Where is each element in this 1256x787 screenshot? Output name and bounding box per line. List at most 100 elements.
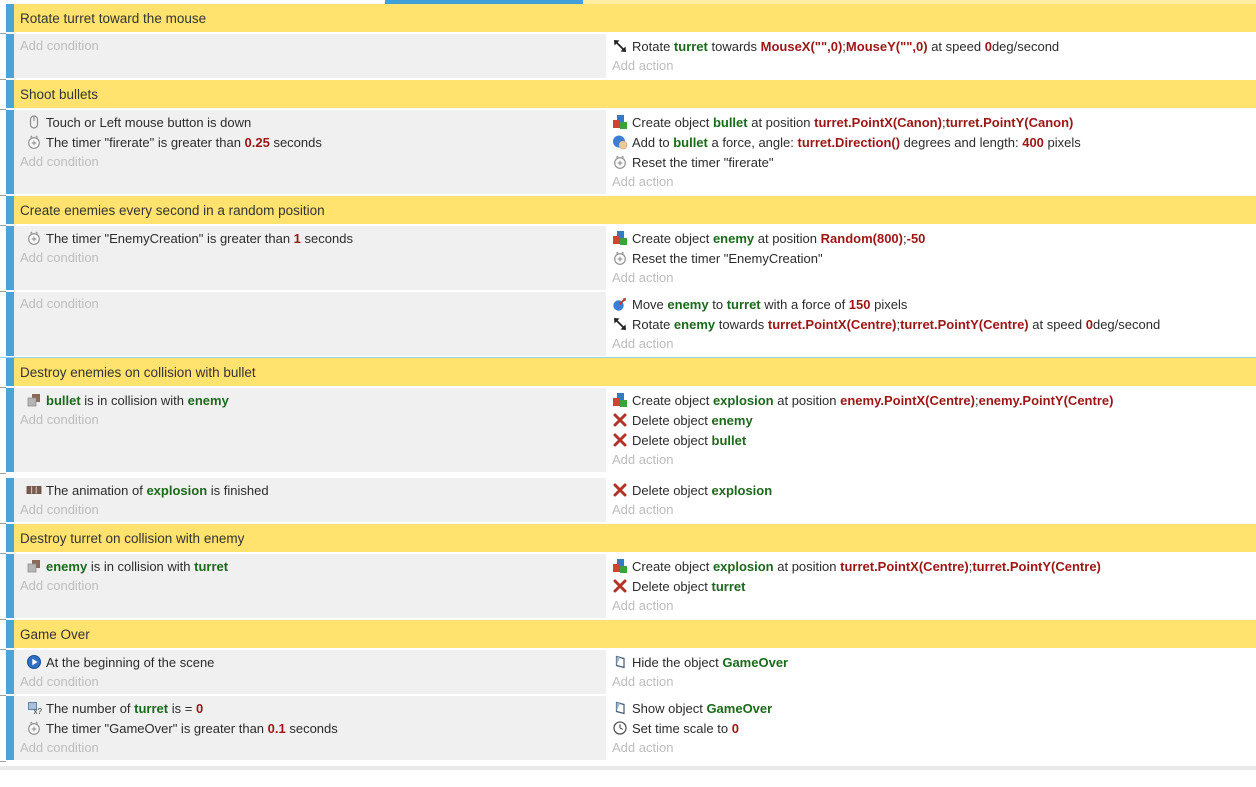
event-selection-bar[interactable] [6, 4, 14, 32]
event-selection-bar[interactable] [6, 196, 14, 224]
condition-item-text: At the beginning of the scene [46, 655, 214, 670]
conditions-column: The animation of explosion is finished Ad… [14, 478, 606, 522]
event-selection-bar[interactable] [6, 650, 14, 694]
add-condition-button[interactable]: Add condition [14, 36, 606, 56]
add-action-button[interactable]: Add action [608, 268, 1256, 288]
action-item[interactable]: Rotate turret towards MouseX("",0);Mouse… [608, 36, 1256, 56]
actions-column: Create object explosion at position enem… [608, 388, 1256, 472]
condition-item[interactable]: The timer "EnemyCreation" is greater tha… [14, 228, 606, 248]
condition-item-text: The timer "firerate" is greater than 0.2… [46, 135, 322, 150]
condition-item[interactable]: The timer "firerate" is greater than 0.2… [14, 132, 606, 152]
event-group-header[interactable]: Rotate turret toward the mouse [0, 4, 1256, 32]
event-row: The timer "EnemyCreation" is greater tha… [0, 226, 1256, 290]
add-condition-button[interactable]: Add condition [14, 672, 606, 692]
event-selection-bar[interactable] [6, 388, 14, 472]
action-item-text: Create object explosion at position enem… [632, 393, 1113, 408]
event-selection-bar[interactable] [6, 34, 14, 78]
event-selection-bar[interactable] [6, 292, 14, 356]
add-action-button[interactable]: Add action [608, 672, 1256, 692]
action-item-text: Set time scale to 0 [632, 721, 739, 736]
condition-item[interactable]: The timer "GameOver" is greater than 0.1… [14, 718, 606, 738]
action-item[interactable]: Hide the object GameOver [608, 652, 1256, 672]
create-icon [612, 114, 628, 130]
add-action-button[interactable]: Add action [608, 450, 1256, 470]
action-item-text: Delete object explosion [632, 483, 772, 498]
action-item-text: Show object GameOver [632, 701, 772, 716]
event-selection-bar[interactable] [6, 524, 14, 552]
add-condition-button[interactable]: Add condition [14, 410, 606, 430]
action-item[interactable]: Create object bullet at position turret.… [608, 112, 1256, 132]
outline-gutter-tick [0, 696, 6, 760]
action-item-text: Delete object turret [632, 579, 745, 594]
add-action-button[interactable]: Add action [608, 596, 1256, 616]
action-item[interactable]: Reset the timer "EnemyCreation" [608, 248, 1256, 268]
event-row: The animation of explosion is finished Ad… [0, 478, 1256, 522]
event-group-header[interactable]: Destroy enemies on collision with bullet [0, 357, 1256, 386]
timer-icon [612, 154, 628, 170]
action-item-text: Rotate turret towards MouseX("",0);Mouse… [632, 39, 1059, 54]
collision-icon [26, 558, 42, 574]
add-condition-button[interactable]: Add condition [14, 294, 606, 314]
action-item[interactable]: Move enemy to turret with a force of 150… [608, 294, 1256, 314]
outline-gutter-tick [0, 388, 6, 472]
event-group-header[interactable]: Shoot bullets [0, 80, 1256, 108]
add-condition-button[interactable]: Add condition [14, 248, 606, 268]
event-group-header[interactable]: Game Over [0, 620, 1256, 648]
action-item-text: Hide the object GameOver [632, 655, 788, 670]
event-group-header[interactable]: Destroy turret on collision with enemy [0, 524, 1256, 552]
action-item[interactable]: Create object explosion at position enem… [608, 390, 1256, 410]
add-action-button[interactable]: Add action [608, 500, 1256, 520]
action-item[interactable]: Set time scale to 0 [608, 718, 1256, 738]
action-item[interactable]: Add to bullet a force, angle: turret.Dir… [608, 132, 1256, 152]
condition-item-text: The animation of explosion is finished [46, 483, 269, 498]
action-item[interactable]: Show object GameOver [608, 698, 1256, 718]
event-selection-bar[interactable] [6, 226, 14, 290]
event-group-header[interactable]: Create enemies every second in a random … [0, 196, 1256, 224]
event-selection-bar[interactable] [6, 110, 14, 194]
event-selection-bar[interactable] [6, 478, 14, 522]
create-icon [612, 230, 628, 246]
group-title: Destroy enemies on collision with bullet [20, 365, 256, 380]
action-item[interactable]: Delete object turret [608, 576, 1256, 596]
event-selection-bar[interactable] [6, 554, 14, 618]
add-action-button[interactable]: Add action [608, 172, 1256, 192]
add-action-button[interactable]: Add action [608, 56, 1256, 76]
action-item[interactable]: Delete object explosion [608, 480, 1256, 500]
outline-gutter-tick [0, 650, 6, 694]
conditions-column: The timer "EnemyCreation" is greater tha… [14, 226, 606, 290]
add-action-button[interactable]: Add action [608, 334, 1256, 354]
condition-item[interactable]: At the beginning of the scene [14, 652, 606, 672]
add-action-button[interactable]: Add action [608, 738, 1256, 758]
add-condition-button[interactable]: Add condition [14, 152, 606, 172]
action-item[interactable]: Create object explosion at position turr… [608, 556, 1256, 576]
bottom-scrollbar[interactable] [0, 766, 1256, 770]
event-selection-bar[interactable] [6, 358, 14, 386]
add-condition-button[interactable]: Add condition [14, 738, 606, 758]
action-item[interactable]: Create object enemy at position Random(8… [608, 228, 1256, 248]
condition-item[interactable]: bullet is in collision with enemy [14, 390, 606, 410]
event-selection-bar[interactable] [6, 80, 14, 108]
delete-icon [612, 482, 628, 498]
outline-gutter-tick [0, 110, 6, 194]
collision-icon [26, 392, 42, 408]
conditions-column: Add condition [14, 292, 606, 356]
delete-icon [612, 412, 628, 428]
add-condition-button[interactable]: Add condition [14, 500, 606, 520]
condition-item[interactable]: x?The number of turret is = 0 [14, 698, 606, 718]
add-condition-button[interactable]: Add condition [14, 576, 606, 596]
outline-gutter-tick [0, 524, 6, 552]
action-item-text: Add to bullet a force, angle: turret.Dir… [632, 135, 1081, 150]
create-icon [612, 392, 628, 408]
action-item-text: Move enemy to turret with a force of 150… [632, 297, 907, 312]
action-item[interactable]: Rotate enemy towards turret.PointX(Centr… [608, 314, 1256, 334]
condition-item[interactable]: The animation of explosion is finished [14, 480, 606, 500]
event-selection-bar[interactable] [6, 620, 14, 648]
action-item[interactable]: Delete object bullet [608, 430, 1256, 450]
rotate-icon [612, 38, 628, 54]
action-item[interactable]: Reset the timer "firerate" [608, 152, 1256, 172]
event-selection-bar[interactable] [6, 696, 14, 760]
condition-item[interactable]: Touch or Left mouse button is down [14, 112, 606, 132]
action-item-text: Rotate enemy towards turret.PointX(Centr… [632, 317, 1160, 332]
action-item[interactable]: Delete object enemy [608, 410, 1256, 430]
condition-item[interactable]: enemy is in collision with turret [14, 556, 606, 576]
